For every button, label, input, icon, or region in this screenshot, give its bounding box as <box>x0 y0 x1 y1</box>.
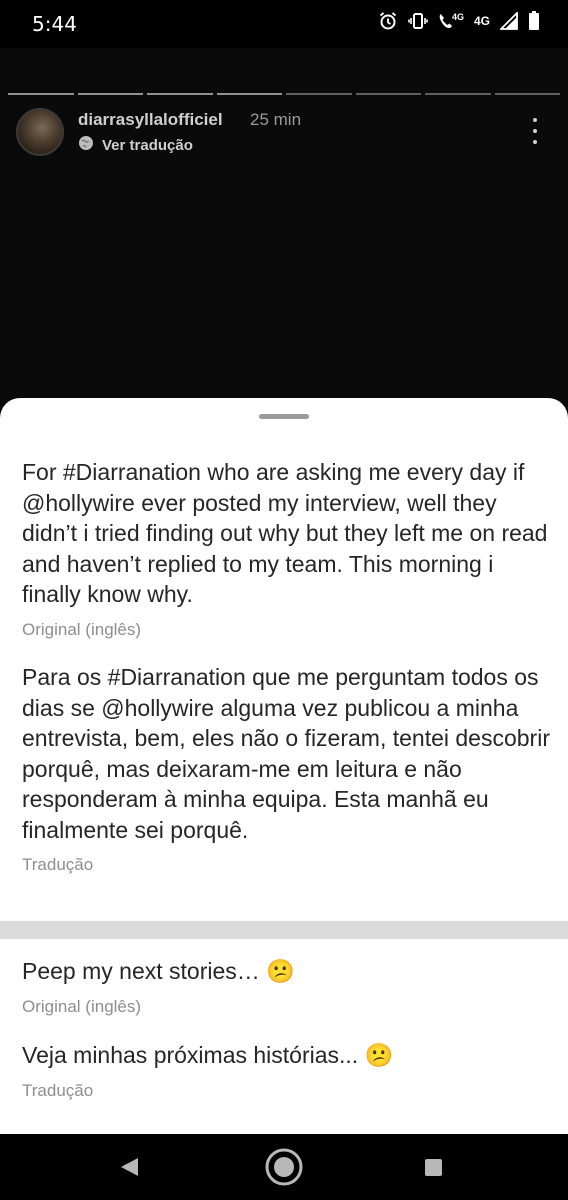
battery-icon <box>528 11 540 31</box>
more-vertical-icon <box>533 140 537 144</box>
recents-icon[interactable] <box>425 1159 442 1176</box>
more-vertical-icon <box>533 118 537 122</box>
progress-segment <box>425 93 491 95</box>
home-icon[interactable] <box>264 1147 304 1192</box>
wifi-call-icon: 4G <box>438 12 464 30</box>
see-translation-label: Ver tradução <box>102 136 193 154</box>
more-vertical-icon <box>533 129 537 133</box>
progress-segment <box>147 93 213 95</box>
caption-original: For #Diarranation who are asking me ever… <box>22 457 552 640</box>
story-progress-bar <box>8 93 560 95</box>
caption-text: Para os #Diarranation que me perguntam t… <box>22 664 550 843</box>
progress-segment <box>8 93 74 95</box>
status-bar: 5:44 4G 4G <box>0 0 568 48</box>
progress-segment <box>494 93 560 95</box>
caption-translation: Veja minhas próximas histórias... 😕 Trad… <box>22 1040 552 1101</box>
vibrate-icon <box>408 11 428 31</box>
more-options-button[interactable] <box>524 118 546 144</box>
network-label: 4G <box>473 14 490 28</box>
alarm-icon <box>378 11 398 31</box>
story-viewer[interactable]: diarrasyllalofficiel 25 min Ver tradução <box>0 48 568 408</box>
network-small-label: 4G <box>451 12 464 22</box>
progress-segment <box>355 93 421 95</box>
caption-label: Original (inglês) <box>22 996 142 1016</box>
avatar[interactable] <box>16 108 64 156</box>
status-icons: 4G 4G <box>378 11 540 31</box>
username[interactable]: diarrasyllalofficiel <box>78 110 223 130</box>
progress-segment <box>216 93 282 95</box>
progress-segment <box>286 93 352 95</box>
sheet-drag-handle[interactable] <box>259 414 309 419</box>
caption-original: Peep my next stories… 😕 Original (inglês… <box>22 956 552 1017</box>
caption-label: Original (inglês) <box>22 619 142 639</box>
caption-text: Veja minhas próximas histórias... 😕 <box>22 1042 394 1068</box>
section-divider <box>0 921 568 939</box>
translation-sheet: For #Diarranation who are asking me ever… <box>0 398 568 1134</box>
progress-segment <box>77 93 143 95</box>
caption-text: For #Diarranation who are asking me ever… <box>22 459 548 607</box>
caption-label: Tradução <box>22 1080 94 1100</box>
caption-label: Tradução <box>22 855 94 874</box>
signal-icon <box>500 12 518 30</box>
story-time-ago: 25 min <box>250 110 302 129</box>
caption-text: Peep my next stories… 😕 <box>22 958 295 984</box>
see-translation-button[interactable]: Ver tradução <box>78 135 193 155</box>
status-time: 5:44 <box>32 12 77 36</box>
back-icon[interactable] <box>118 1156 140 1183</box>
globe-icon <box>78 135 94 155</box>
system-nav-bar <box>0 1134 568 1200</box>
caption-translation: Para os #Diarranation que me perguntam t… <box>22 662 552 875</box>
